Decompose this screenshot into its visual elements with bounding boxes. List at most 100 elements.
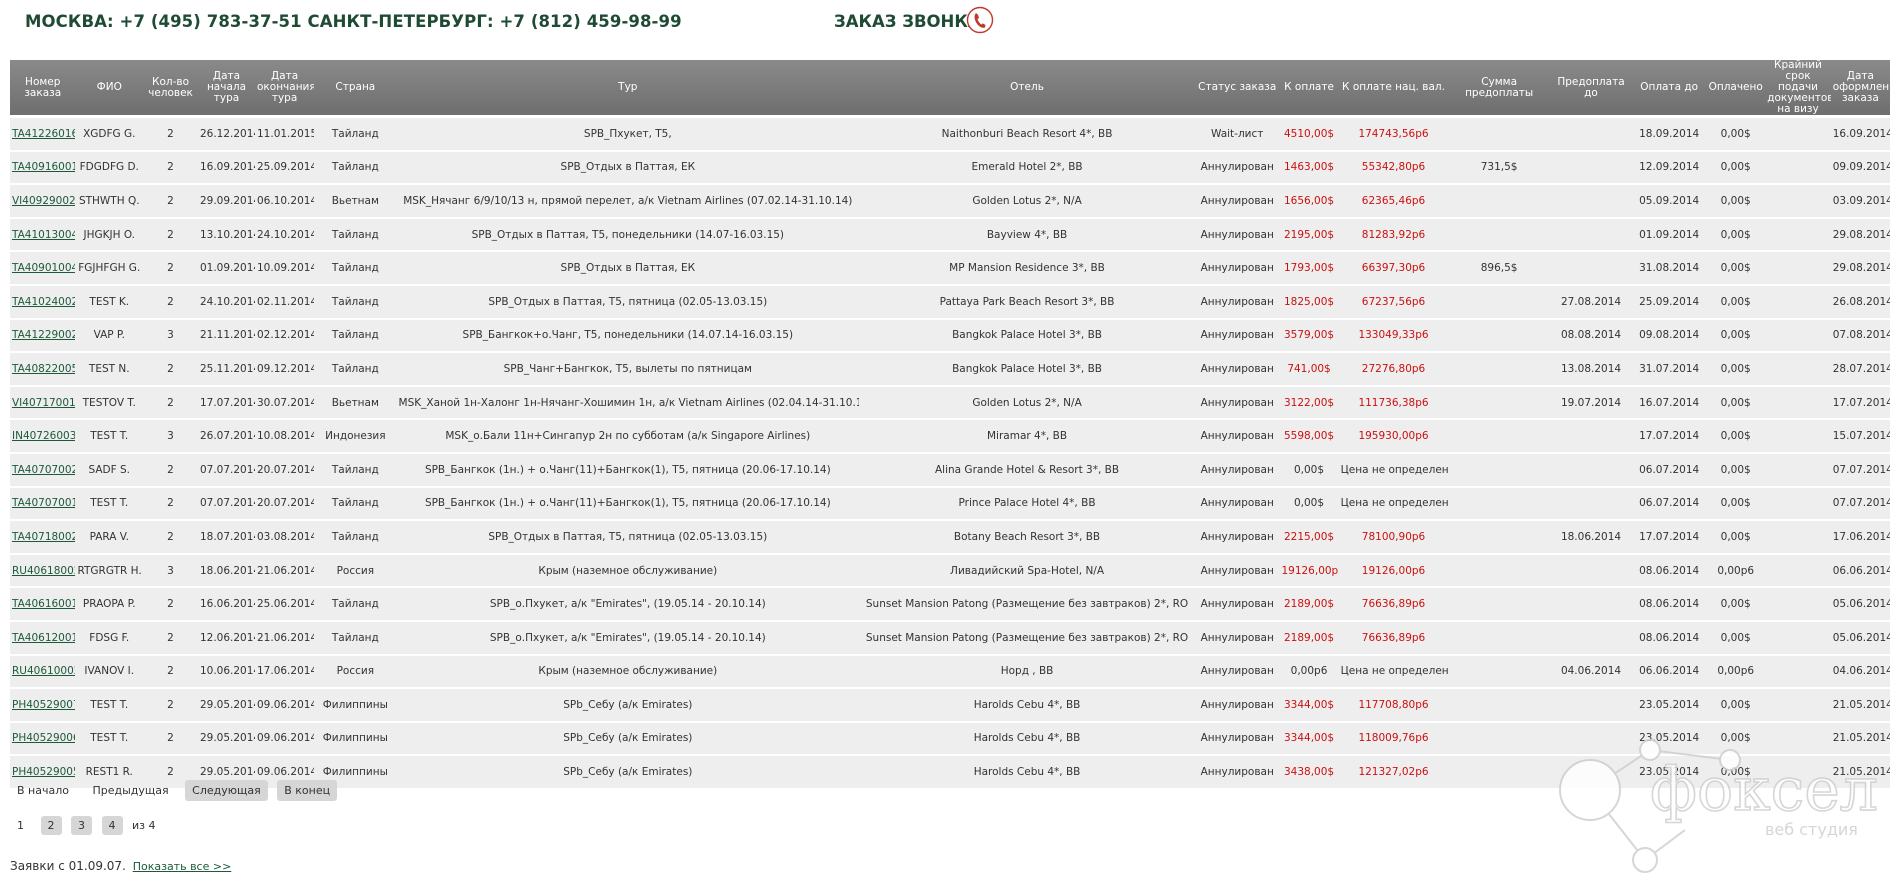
order-number-link[interactable]: TA41226016 [12,128,75,140]
table-cell: 2 [143,385,198,421]
table-cell: 08.06.2014 [1632,587,1707,622]
order-number-link[interactable]: PH40529005 [12,766,75,778]
pager-first[interactable]: В начало [10,780,76,801]
table-row[interactable]: TA40916001 FDGDFG D. 2 16.09.2014 25.09.2014… [10,150,1890,186]
order-number-link[interactable]: TA40822005 [12,363,75,375]
order-number-link[interactable]: IN40726003 [12,430,75,442]
table-cell: SPB_Отдых в Паттая, Т5, пятница (02.05-1… [396,284,860,320]
page-number[interactable]: 2 [40,816,62,835]
table-cell: SPB_Отдых в Паттая, ЕК [396,150,860,186]
order-number-link[interactable]: RU40618002 [12,565,75,577]
order-number-link[interactable]: PH40529007 [12,699,75,711]
table-row[interactable]: TA40707001 TEST T. 2 07.07.2014 20.07.2014 Та… [10,486,1890,522]
table-header-row: Номер заказа ФИО Кол-во человек Дата начала… [10,60,1890,115]
table-row[interactable]: VI40929002 STHWTH Q. 2 29.09.2014 06.10.2014… [10,184,1890,219]
table-cell: 0,00$ [1706,150,1766,186]
column-header: Предоплата до [1549,60,1633,115]
table-row[interactable]: TA41013004 JHGKJH O. 2 13.10.2014 24.10.2014… [10,217,1890,253]
table-cell: Тайланд [314,318,397,354]
order-number-link[interactable]: VI40717001 [12,397,75,409]
page-number[interactable]: 4 [101,816,123,835]
order-number-link[interactable]: PH40529006 [12,732,75,744]
table-cell: Вьетнам [314,184,397,219]
table-row[interactable]: TA41229002 VAP P. 3 21.11.2014 02.12.2014 Тай… [10,318,1890,354]
table-cell: Аннулирован [1194,553,1280,589]
pager-last[interactable]: В конец [277,780,338,801]
table-row[interactable]: TA40707002 SADF S. 2 07.07.2014 20.07.2014 Та… [10,452,1890,488]
order-number-cell: TA41226016 [10,118,76,152]
table-cell [1765,452,1831,488]
table-row[interactable]: RU40610002 IVANOV I. 2 10.06.2014 17.06.2014… [10,654,1890,690]
order-number-link[interactable]: TA40612001 [12,632,75,644]
table-cell: 76636,89р6 [1338,620,1449,656]
table-cell: Аннулирован [1194,419,1280,454]
table-cell: Golden Lotus 2*, N/A [859,385,1195,421]
table-cell: Golden Lotus 2*, N/A [859,184,1195,219]
table-cell: 05.09.2014 [1632,184,1707,219]
show-all-link[interactable]: Показать все >> [133,860,232,873]
pager-next[interactable]: Следующая [185,780,268,801]
order-number-link[interactable]: RU40610002 [12,665,75,677]
table-cell: 20.07.2014 [255,452,315,488]
table-row[interactable]: IN40726003 TEST T. 3 26.07.2014 10.08.2014 Ин… [10,419,1890,454]
table-cell: 2 [143,486,198,522]
order-number-link[interactable]: TA41229002 [12,329,75,341]
order-number-cell: IN40726003 [10,419,76,454]
table-cell: 04.06.2014 [1549,654,1633,690]
order-number-cell: PH40529007 [10,688,76,723]
table-row[interactable]: TA40612001 FDSG F. 2 12.06.2014 21.06.2014 Та… [10,620,1890,656]
order-number-link[interactable]: TA40916001 [12,161,75,173]
column-header: Оплачено [1706,60,1766,115]
table-cell: FDSG F. [75,620,144,656]
table-row[interactable]: TA41024002 TEST K. 2 24.10.2014 02.11.2014 Та… [10,284,1890,320]
column-header: К оплате нац. вал. [1338,60,1449,115]
order-number-link[interactable]: TA40707002 [12,464,75,476]
order-number-link[interactable]: TA41024002 [12,296,75,308]
table-cell: 24.10.2014 [197,284,255,320]
page-number[interactable]: 3 [71,816,92,835]
table-cell: Цена не определена [1338,452,1449,488]
pager-prev[interactable]: Предыдущая [85,780,175,801]
table-cell: 29.05.2014 [197,721,255,757]
table-row[interactable]: TA40718002 PARA V. 2 18.07.2014 03.08.2014 Та… [10,520,1890,555]
table-cell: SPb_Себу (а/к Emirates) [396,688,860,723]
table-cell: 731,5$ [1448,150,1550,186]
table-cell: 09.06.2014 [255,721,315,757]
table-row[interactable]: VI40717001 TESTOV T. 2 17.07.2014 30.07.2014… [10,385,1890,421]
table-cell: 13.08.2014 [1549,352,1633,387]
foxel-logo: фоксел веб студия [1559,739,1879,873]
table-row[interactable]: TA40822005 TEST N. 2 25.11.2014 09.12.2014 Та… [10,352,1890,387]
table-cell: 2 [143,721,198,757]
phone-icon[interactable] [966,6,994,34]
order-number-link[interactable]: TA40718002 [12,531,75,543]
table-cell: SPB_Отдых в Паттая, Т5, понедельники (14… [396,217,860,253]
table-cell: 16.06.2014 [197,587,255,622]
table-row[interactable]: TA40901004 FGJHFGH G. 2 01.09.2014 10.09.201… [10,251,1890,286]
table-cell: 1825,00$ [1279,284,1339,320]
callback-link[interactable]: ЗАКАЗ ЗВОНКА [834,12,981,31]
table-cell [1765,318,1831,354]
order-number-link[interactable]: TA40616001 [12,598,75,610]
table-cell: 19126,00р6 [1279,553,1339,589]
order-number-link[interactable]: VI40929002 [12,195,75,207]
order-number-cell: TA41024002 [10,284,76,320]
table-row[interactable]: RU40618002 RTGRGTR H. 3 18.06.2014 21.06.201… [10,553,1890,589]
table-cell: Цена не определена [1338,654,1449,690]
table-row[interactable]: TA40616001 PRAOPA P. 2 16.06.2014 25.06.2014… [10,587,1890,622]
table-row[interactable]: TA41226016 XGDFG G. 2 26.12.2014 11.01.2015 Т… [10,118,1890,152]
table-cell [1448,553,1550,589]
table-cell: 17.07.2014 [1632,419,1707,454]
table-cell: 0,00р6 [1706,654,1766,690]
table-cell: 19126,00р6 [1338,553,1449,589]
table-cell: 3579,00$ [1279,318,1339,354]
table-cell: 16.07.2014 [1632,385,1707,421]
order-number-link[interactable]: TA40901004 [12,262,75,274]
order-number-link[interactable]: TA40707001 [12,497,75,509]
order-number-link[interactable]: TA41013004 [12,229,75,241]
table-cell: Bangkok Palace Hotel 3*, BB [859,352,1195,387]
table-cell [1448,520,1550,555]
table-cell [1549,587,1633,622]
table-cell: 0,00$ [1706,217,1766,253]
table-cell: Аннулирован [1194,654,1280,690]
table-cell: 21.11.2014 [197,318,255,354]
